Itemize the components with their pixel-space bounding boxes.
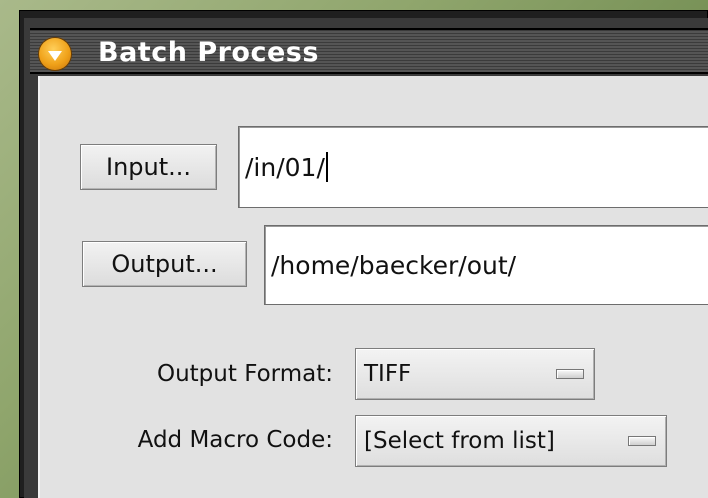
- dropdown-indicator-icon: [628, 436, 656, 446]
- input-path-field[interactable]: /in/01/: [238, 126, 708, 208]
- input-path-text: /in/01/: [245, 152, 325, 182]
- macro-code-label: Add Macro Code:: [137, 427, 333, 453]
- window-title: Batch Process: [98, 37, 319, 68]
- dropdown-indicator-icon: [556, 369, 584, 379]
- output-button[interactable]: Output...: [82, 241, 247, 287]
- macro-code-select[interactable]: [Select from list]: [355, 415, 667, 467]
- output-path-text: /home/baecker/out/: [271, 250, 517, 280]
- output-path-field[interactable]: /home/baecker/out/: [264, 225, 708, 305]
- output-format-label: Output Format:: [156, 361, 333, 387]
- output-format-select[interactable]: TIFF: [355, 348, 595, 400]
- title-bar[interactable]: Batch Process: [30, 28, 708, 74]
- collapse-triangle-icon[interactable]: [39, 38, 71, 70]
- output-format-value: TIFF: [364, 361, 412, 387]
- text-caret: [325, 152, 328, 182]
- triangle-down-glyph: [48, 51, 62, 61]
- input-button[interactable]: Input...: [80, 144, 217, 190]
- macro-code-value: [Select from list]: [364, 428, 555, 454]
